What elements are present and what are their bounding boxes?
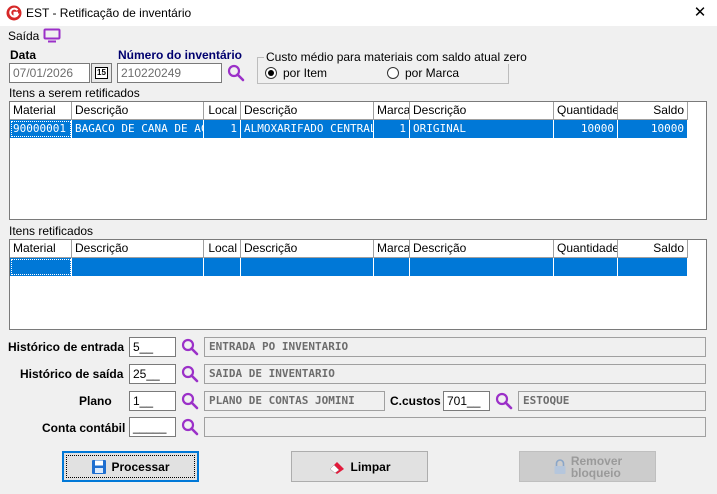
limpar-button[interactable]: Limpar [291, 451, 428, 482]
data-label: Data [10, 48, 37, 62]
grid1-col-descricao-marca[interactable]: Descrição [410, 102, 554, 120]
grid2-col-local[interactable]: Local [204, 240, 241, 258]
search-ccustos-icon[interactable] [495, 392, 513, 410]
plano-label: Plano [79, 394, 112, 408]
saida-menu[interactable]: Saída [8, 29, 39, 43]
empty-cell[interactable] [204, 258, 241, 276]
empty-cell[interactable] [554, 258, 618, 276]
save-disk-icon [92, 459, 107, 474]
plano-code[interactable]: 1__ [129, 391, 176, 411]
empty-cell[interactable] [374, 258, 410, 276]
calendar-button[interactable]: 15 [91, 63, 112, 83]
conta-contabil-code[interactable]: _____ [129, 417, 176, 437]
grid2-title: Itens retificados [9, 224, 94, 238]
grid2-col-saldo[interactable]: Saldo [618, 240, 688, 258]
close-button[interactable]: ✕ [690, 4, 710, 22]
cell-local[interactable]: 1 [204, 120, 241, 138]
grid1-col-saldo[interactable]: Saldo [618, 102, 688, 120]
title-bar: EST - Retificação de inventário ✕ [0, 0, 717, 27]
calendar-icon: 15 [95, 67, 108, 79]
table-row[interactable]: 90000001 BAGACO DE CANA DE ACUCAR 1 ALMO… [10, 120, 688, 138]
grid2-col-marca[interactable]: Marca [374, 240, 410, 258]
app-logo-icon [6, 5, 22, 21]
empty-cell[interactable] [618, 258, 688, 276]
cell-descricao-local[interactable]: ALMOXARIFADO CENTRAL [241, 120, 374, 138]
historico-entrada-code[interactable]: 5__ [129, 337, 176, 357]
por-item-radio[interactable] [265, 67, 277, 79]
historico-entrada-desc: ENTRADA PO INVENTARIO [204, 337, 706, 357]
empty-cell[interactable] [10, 258, 72, 276]
bloqueio-label: bloqueio [570, 465, 621, 480]
grid2-col-descricao-marca[interactable]: Descrição [410, 240, 554, 258]
remover-bloqueio-text: Remover bloqueio [571, 455, 622, 479]
cell-quantidade[interactable]: 10000 [554, 120, 618, 138]
plano-desc: PLANO DE CONTAS JOMINI [204, 391, 385, 411]
grid1-col-marca[interactable]: Marca [374, 102, 410, 120]
grid2-header: Material Descrição Local Descrição Marca… [10, 240, 688, 258]
conta-contabil-desc [204, 417, 706, 437]
eraser-icon [330, 461, 345, 474]
grid1-title: Itens a serem retificados [9, 86, 140, 100]
grid2-col-descricao-local[interactable]: Descrição [241, 240, 374, 258]
lock-icon [554, 458, 566, 474]
empty-cell[interactable] [241, 258, 374, 276]
cell-material[interactable]: 90000001 [10, 120, 72, 138]
cell-marca[interactable]: 1 [374, 120, 410, 138]
grid2-col-descricao[interactable]: Descrição [72, 240, 204, 258]
search-historico-saida-icon[interactable] [181, 365, 199, 383]
monitor-icon[interactable] [43, 28, 61, 43]
grid1-col-local[interactable]: Local [204, 102, 241, 120]
itens-a-retificar-grid[interactable]: Material Descrição Local Descrição Marca… [9, 101, 707, 220]
grid1-header: Material Descrição Local Descrição Marca… [10, 102, 688, 120]
search-plano-icon[interactable] [181, 392, 199, 410]
inventario-label: Número do inventário [118, 48, 243, 62]
cell-saldo[interactable]: 10000 [618, 120, 688, 138]
cell-descricao-marca[interactable]: ORIGINAL [410, 120, 554, 138]
ccustos-code[interactable]: 701__ [443, 391, 490, 411]
empty-cell[interactable] [72, 258, 204, 276]
processar-label: Processar [111, 459, 170, 474]
ccustos-label: C.custos [390, 394, 441, 408]
grid2-col-quantidade[interactable]: Quantidade [554, 240, 618, 258]
empty-cell[interactable] [410, 258, 554, 276]
grid1-col-material[interactable]: Material [10, 102, 72, 120]
historico-saida-desc: SAIDA DE INVENTARIO [204, 364, 706, 384]
por-item-label[interactable]: por Item [283, 66, 327, 80]
historico-saida-code[interactable]: 25__ [129, 364, 176, 384]
cell-descricao[interactable]: BAGACO DE CANA DE ACUCAR [72, 120, 204, 138]
ccustos-desc: ESTOQUE [518, 391, 706, 411]
custo-medio-title: Custo médio para materiais com saldo atu… [264, 50, 529, 64]
grid1-col-quantidade[interactable]: Quantidade [554, 102, 618, 120]
data-input[interactable]: 07/01/2026 [9, 63, 90, 83]
itens-retificados-grid[interactable]: Material Descrição Local Descrição Marca… [9, 239, 707, 330]
search-inventario-icon[interactable] [227, 64, 245, 82]
grid2-col-material[interactable]: Material [10, 240, 72, 258]
grid1-col-descricao[interactable]: Descrição [72, 102, 204, 120]
por-marca-radio[interactable] [387, 67, 399, 79]
search-historico-entrada-icon[interactable] [181, 338, 199, 356]
historico-entrada-label: Histórico de entrada [8, 340, 125, 354]
window-title: EST - Retificação de inventário [26, 6, 192, 20]
grid1-col-descricao-local[interactable]: Descrição [241, 102, 374, 120]
historico-saida-label: Histórico de saída [20, 367, 124, 381]
por-marca-label[interactable]: por Marca [405, 66, 459, 80]
remover-bloqueio-button[interactable]: Remover bloqueio [519, 451, 656, 482]
limpar-label: Limpar [350, 459, 391, 474]
empty-selected-row[interactable] [10, 258, 688, 276]
processar-button[interactable]: Processar [62, 451, 199, 482]
search-conta-contabil-icon[interactable] [181, 418, 199, 436]
remover-label: Remover [570, 453, 623, 468]
inventario-input[interactable]: 210220249 [117, 63, 222, 83]
conta-contabil-label: Conta contábil [42, 421, 126, 435]
